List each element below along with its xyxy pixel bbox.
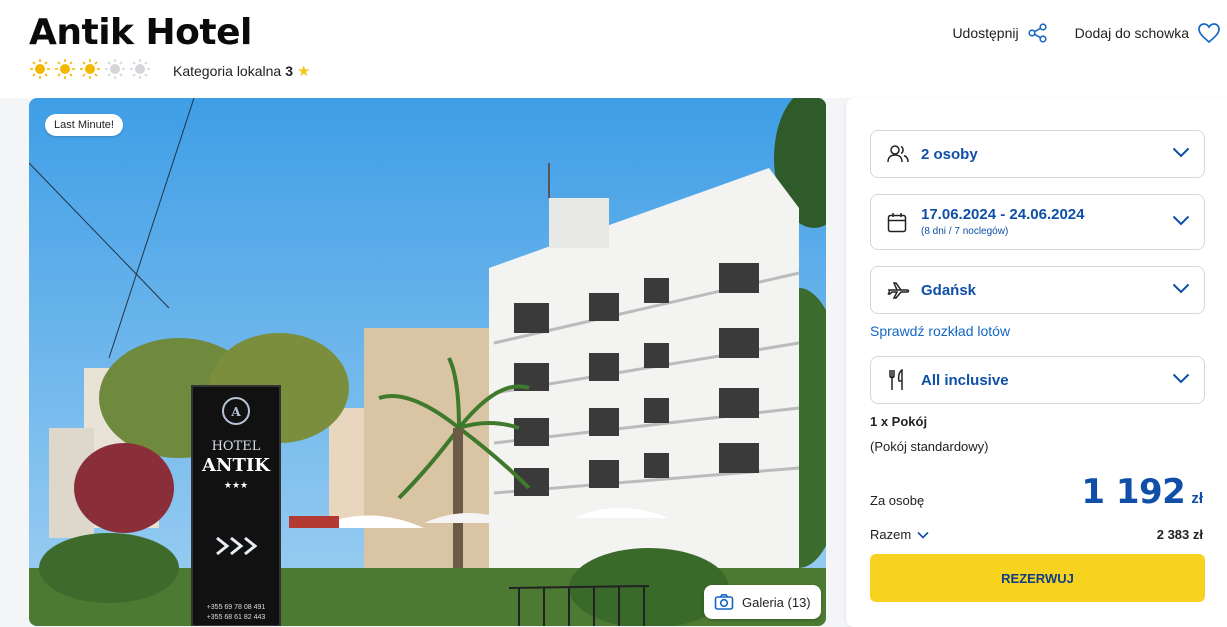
sun-rating-filled-icon	[55, 59, 75, 79]
persons-select[interactable]: 2 osoby	[870, 130, 1205, 178]
share-button[interactable]: Udostępnij	[952, 22, 1048, 44]
flight-schedule-link[interactable]: Sprawdź rozkład lotów	[870, 323, 1010, 339]
chevron-down-icon	[1172, 373, 1190, 384]
sign-line2: ANTIK	[201, 455, 271, 476]
total-label: Razem	[870, 527, 912, 542]
total-toggle[interactable]: Razem	[870, 527, 929, 542]
room-count: 1 x Pokój	[870, 414, 928, 429]
sign-phone1: +355 69 78 08 491	[207, 604, 266, 611]
page-title: Antik Hotel	[29, 12, 252, 53]
share-label: Udostępnij	[952, 25, 1019, 41]
sun-rating-filled-icon	[80, 59, 100, 79]
per-person-price: 1 192 zł	[1081, 472, 1203, 512]
dates-subtext: (8 dni / 7 noclegów)	[921, 226, 1009, 237]
sun-rating-empty-icon	[130, 59, 150, 79]
users-icon	[887, 145, 909, 163]
departure-select[interactable]: Gdańsk	[870, 266, 1205, 314]
category-value: 3	[285, 63, 293, 79]
chevron-down-icon	[1172, 215, 1190, 226]
heart-icon	[1198, 23, 1220, 44]
board-value: All inclusive	[921, 372, 1009, 389]
chevron-down-icon	[1172, 283, 1190, 294]
favorite-label: Dodaj do schowka	[1074, 25, 1189, 41]
top-actions: Udostępnij Dodaj do schowka	[952, 22, 1227, 44]
last-minute-badge: Last Minute!	[45, 114, 123, 136]
gallery-label: Galeria (13)	[742, 594, 811, 610]
persons-value: 2 osoby	[921, 146, 978, 163]
star-icon: ★	[296, 63, 311, 80]
room-type: (Pokój standardowy)	[870, 439, 989, 454]
dates-value: 17.06.2024 - 24.06.2024	[921, 206, 1085, 223]
sign-stars: ★★★	[224, 480, 248, 490]
svg-text:A: A	[230, 405, 241, 419]
category-label: Kategoria lokalna	[173, 63, 282, 79]
hotel-photo[interactable]: A HOTEL ANTIK ★★★ +355 69 78 08 491 +355…	[29, 98, 826, 626]
dates-select[interactable]: 17.06.2024 - 24.06.2024 (8 dni / 7 nocle…	[870, 194, 1205, 250]
total-value: 2 383 zł	[1156, 527, 1203, 542]
local-category: Kategoria lokalna 3 ★	[173, 62, 310, 80]
chevron-down-icon	[1172, 147, 1190, 158]
reserve-button[interactable]: REZERWUJ	[870, 554, 1205, 602]
add-to-favorites-button[interactable]: Dodaj do schowka	[1075, 22, 1221, 44]
board-select[interactable]: All inclusive	[870, 356, 1205, 404]
sun-rating-filled-icon	[30, 59, 50, 79]
price-currency: zł	[1191, 490, 1203, 507]
per-person-label: Za osobę	[870, 493, 925, 508]
camera-icon	[714, 594, 734, 610]
hotel-header: Antik Hotel Kategoria lokalna 3 ★ Udostę…	[0, 0, 1227, 98]
chevron-down-icon	[917, 531, 929, 539]
gallery-button[interactable]: Galeria (13)	[704, 585, 821, 619]
sun-rating-empty-icon	[105, 59, 125, 79]
price-amount: 1 192	[1081, 472, 1186, 512]
sign-phone2: +355 68 61 82 443	[207, 614, 266, 621]
calendar-icon	[887, 213, 907, 233]
departure-value: Gdańsk	[921, 282, 977, 299]
booking-panel: 2 osoby 17.06.2024 - 24.06.2024 (8 dni /…	[846, 98, 1227, 627]
plane-icon	[887, 282, 910, 299]
sign-line1: HOTEL	[212, 439, 261, 454]
cutlery-icon	[889, 369, 903, 390]
share-icon	[1027, 23, 1047, 43]
star-rating	[29, 58, 154, 80]
